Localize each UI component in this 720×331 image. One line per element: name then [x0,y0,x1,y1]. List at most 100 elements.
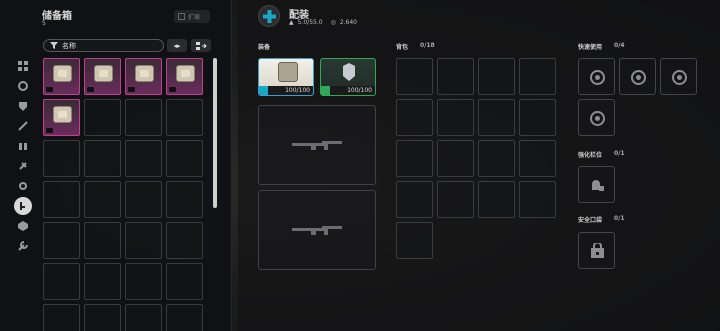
search-input[interactable]: 名称 [62,41,76,51]
backpack-slot[interactable] [519,58,556,95]
backpack-slot[interactable] [396,140,433,177]
quickuse-slot-2[interactable] [619,58,656,95]
medical-cross-icon [262,9,276,23]
backpack-slot[interactable] [478,140,515,177]
storage-slot[interactable] [43,263,80,300]
category-medical-icon[interactable] [17,160,29,172]
storage-title: 储备箱 [42,11,72,22]
storage-slot[interactable] [43,181,80,218]
backpack-slot[interactable] [478,99,515,136]
category-misc-icon[interactable] [17,220,29,232]
storage-slot[interactable] [166,304,203,331]
primary-weapon-slot[interactable] [258,105,376,185]
safe-pocket-label: 安全口袋 [578,217,603,224]
storage-panel: 储备箱 5 扩展 名称 ◂▸ [0,0,232,331]
quickuse-slot-1[interactable] [578,58,615,95]
storage-item[interactable] [84,58,121,95]
category-all-icon[interactable] [17,60,29,72]
storage-slot[interactable] [84,263,121,300]
storage-slot[interactable] [166,99,203,136]
expand-button[interactable]: 扩展 [174,10,210,23]
search-bar[interactable]: 名称 [43,39,164,52]
backpack-grid [396,58,560,262]
sort-icon: ◂▸ [173,41,181,50]
enhance-slot[interactable] [578,166,615,203]
backpack-header: 背包 0/18 [396,42,435,51]
rarity-stripe [259,86,268,95]
backpack-slot[interactable] [437,140,474,177]
category-tool-icon[interactable] [17,180,29,192]
storage-item[interactable] [166,58,203,95]
backpack-slot[interactable] [437,181,474,218]
backpack-slot[interactable] [396,99,433,136]
backpack-slot[interactable] [437,58,474,95]
safe-pocket-count: 0/1 [614,215,625,222]
weight-icon: ▲ [289,19,294,26]
category-repair-icon[interactable] [17,240,29,252]
storage-slot[interactable] [84,99,121,136]
equip-slot-bag[interactable]: 100/100 [258,58,314,96]
backpack-slot[interactable] [396,58,433,95]
storage-slot[interactable] [125,263,162,300]
quickuse-count: 0/4 [614,42,625,49]
storage-slot[interactable] [84,304,121,331]
item-tag-icon [46,128,53,133]
arrange-button[interactable] [191,39,211,52]
storage-slot[interactable] [125,99,162,136]
backpack-count: 0/18 [420,42,435,49]
lockbox-icon [591,243,604,258]
safe-pocket-slot[interactable] [578,232,615,269]
storage-slot[interactable] [125,181,162,218]
backpack-slot[interactable] [519,140,556,177]
backpack-slot[interactable] [396,222,433,259]
secondary-weapon-slot[interactable] [258,190,376,270]
storage-slot[interactable] [43,222,80,259]
item-icon [94,65,113,82]
storage-slot[interactable] [84,222,121,259]
storage-slot[interactable] [166,181,203,218]
storage-item[interactable] [43,58,80,95]
storage-scrollbar[interactable] [213,58,217,208]
empty-slot-icon [590,111,605,126]
backpack-slot[interactable] [519,99,556,136]
backpack-slot[interactable] [396,181,433,218]
backpack-slot[interactable] [478,58,515,95]
category-ammo-icon[interactable] [17,140,29,152]
armor-vest-icon [343,63,355,81]
empty-slot-icon [590,70,605,85]
backpack-slot[interactable] [478,181,515,218]
quickuse-slot-3[interactable] [660,58,697,95]
storage-item[interactable] [43,99,80,136]
empty-slot-icon [672,70,687,85]
storage-item[interactable] [125,58,162,95]
equip-slot-armor[interactable]: 100/100 [320,58,376,96]
category-gear-icon[interactable] [17,80,29,92]
rifle-icon [292,141,342,150]
storage-slot[interactable] [166,140,203,177]
empty-slot-icon [631,70,646,85]
quickuse-slot-4[interactable] [578,99,615,136]
item-tag-icon [128,87,135,92]
storage-slot[interactable] [84,181,121,218]
storage-slot[interactable] [166,263,203,300]
storage-slot[interactable] [166,222,203,259]
category-armor-icon[interactable] [17,100,29,112]
durability-text: 100/100 [285,87,310,94]
storage-slot[interactable] [125,222,162,259]
storage-slot[interactable] [43,140,80,177]
storage-slot[interactable] [125,140,162,177]
category-sidebar [14,60,32,251]
storage-slot[interactable] [43,304,80,331]
category-key-icon[interactable] [14,197,32,215]
quickuse-header: 快速使用 0/4 [578,42,625,51]
backpack-slot[interactable] [519,181,556,218]
category-weapon-icon[interactable] [17,120,29,132]
durability-text: 100/100 [347,87,372,94]
safe-pocket-header: 安全口袋 0/1 [578,215,625,224]
loadout-avatar [258,5,280,27]
sort-button[interactable]: ◂▸ [167,39,187,52]
storage-slot[interactable] [84,140,121,177]
storage-count: 5 [42,20,46,27]
backpack-slot[interactable] [437,99,474,136]
storage-slot[interactable] [125,304,162,331]
